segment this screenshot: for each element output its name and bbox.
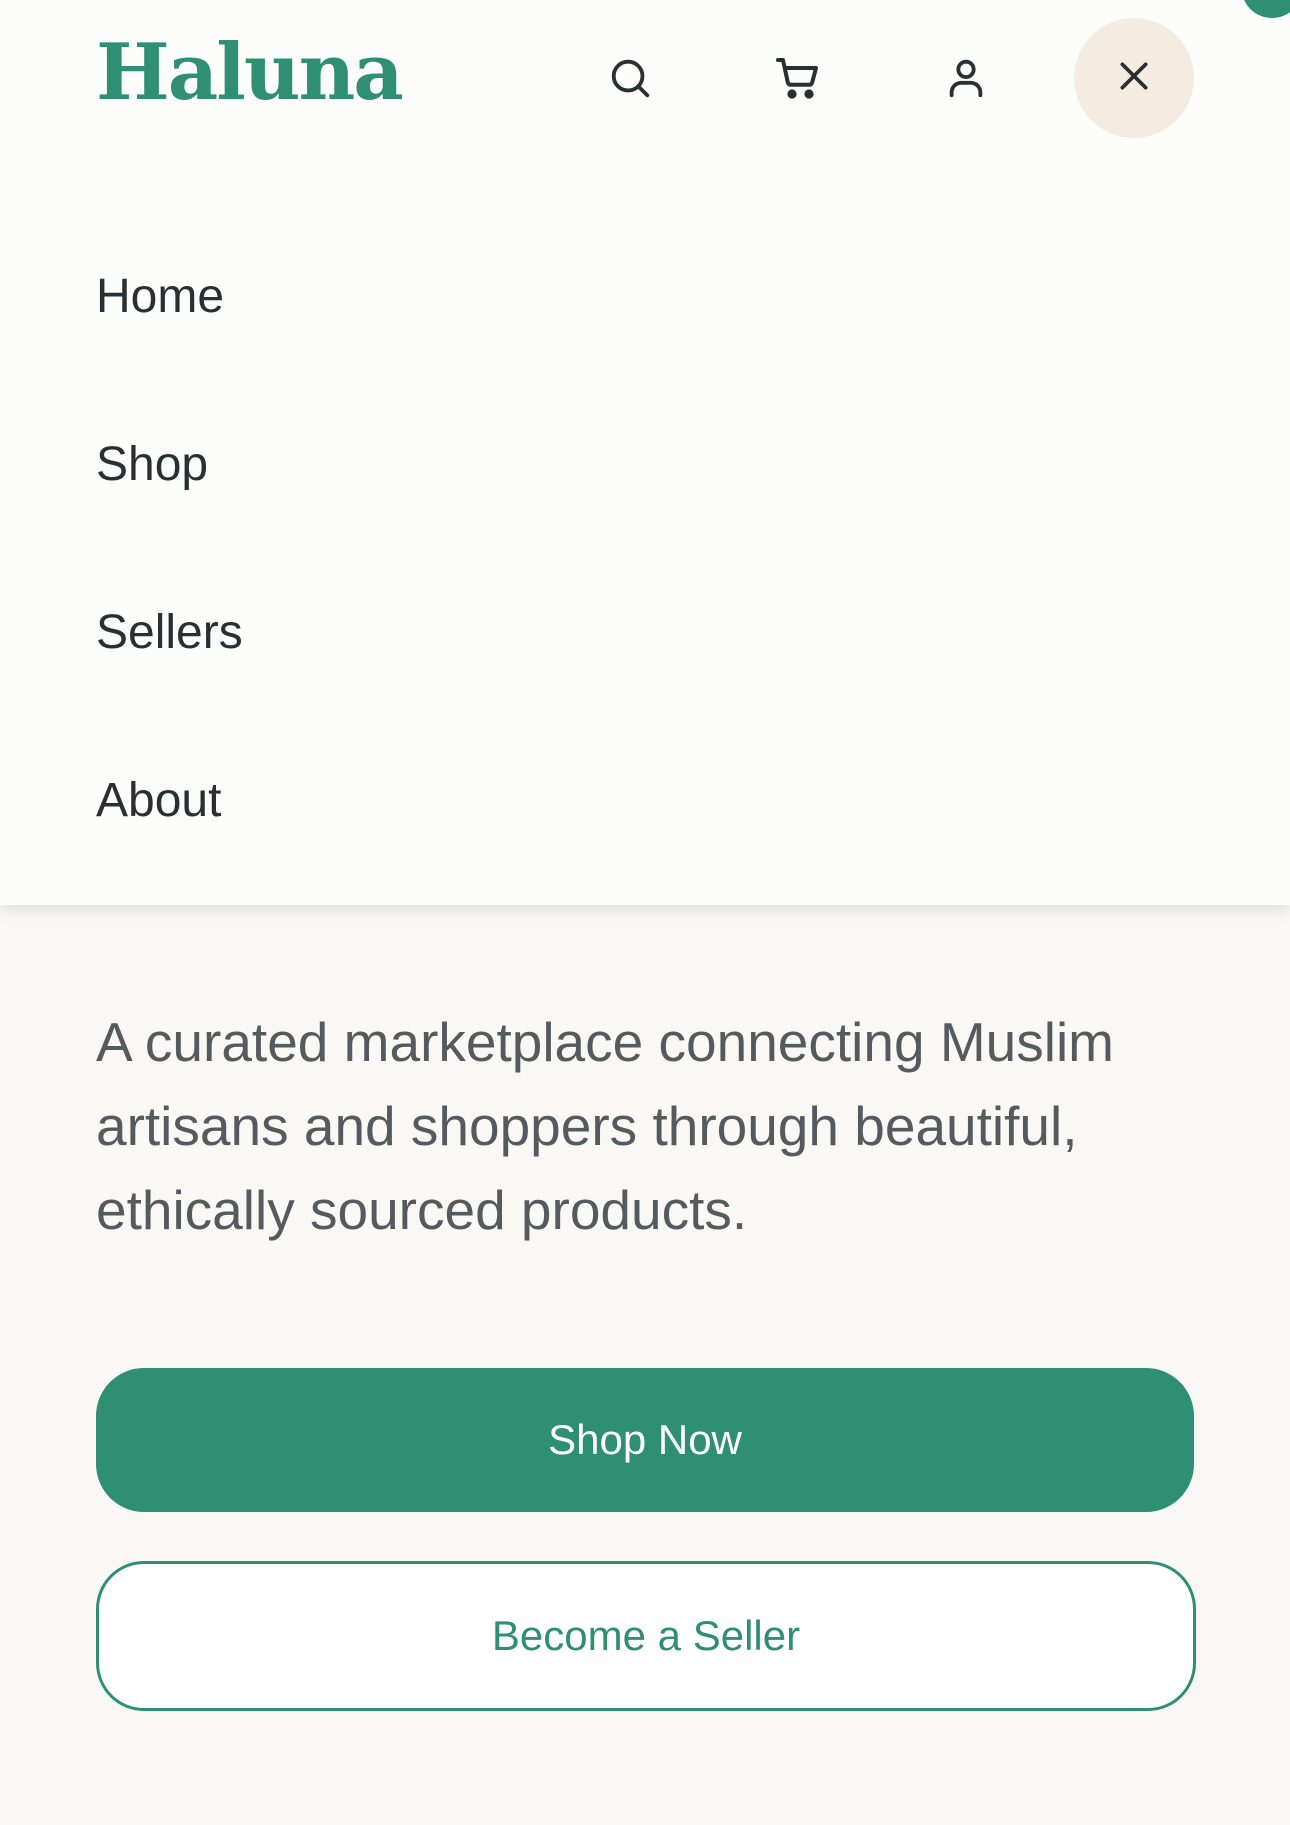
close-icon xyxy=(1114,56,1154,100)
site-header: Haluna xyxy=(0,0,1290,180)
brand-logo[interactable]: Haluna xyxy=(96,34,404,112)
mobile-menu: Home Shop Sellers About xyxy=(0,180,1290,905)
hero-description: A curated marketplace connecting Muslim … xyxy=(96,1011,1114,1241)
search-icon xyxy=(607,55,653,101)
menu-item-home[interactable]: Home xyxy=(96,273,224,321)
become-seller-button[interactable]: Become a Seller xyxy=(96,1561,1196,1711)
menu-item-about[interactable]: About xyxy=(96,777,221,825)
menu-item-sellers[interactable]: Sellers xyxy=(96,609,243,657)
user-icon xyxy=(943,55,989,101)
shop-now-button[interactable]: Shop Now xyxy=(96,1368,1194,1512)
close-menu-button[interactable] xyxy=(1074,18,1194,138)
account-button[interactable] xyxy=(926,38,1006,118)
cart-button[interactable] xyxy=(758,38,838,118)
search-button[interactable] xyxy=(590,38,670,118)
menu-item-shop[interactable]: Shop xyxy=(96,441,208,489)
cart-icon xyxy=(774,54,822,102)
